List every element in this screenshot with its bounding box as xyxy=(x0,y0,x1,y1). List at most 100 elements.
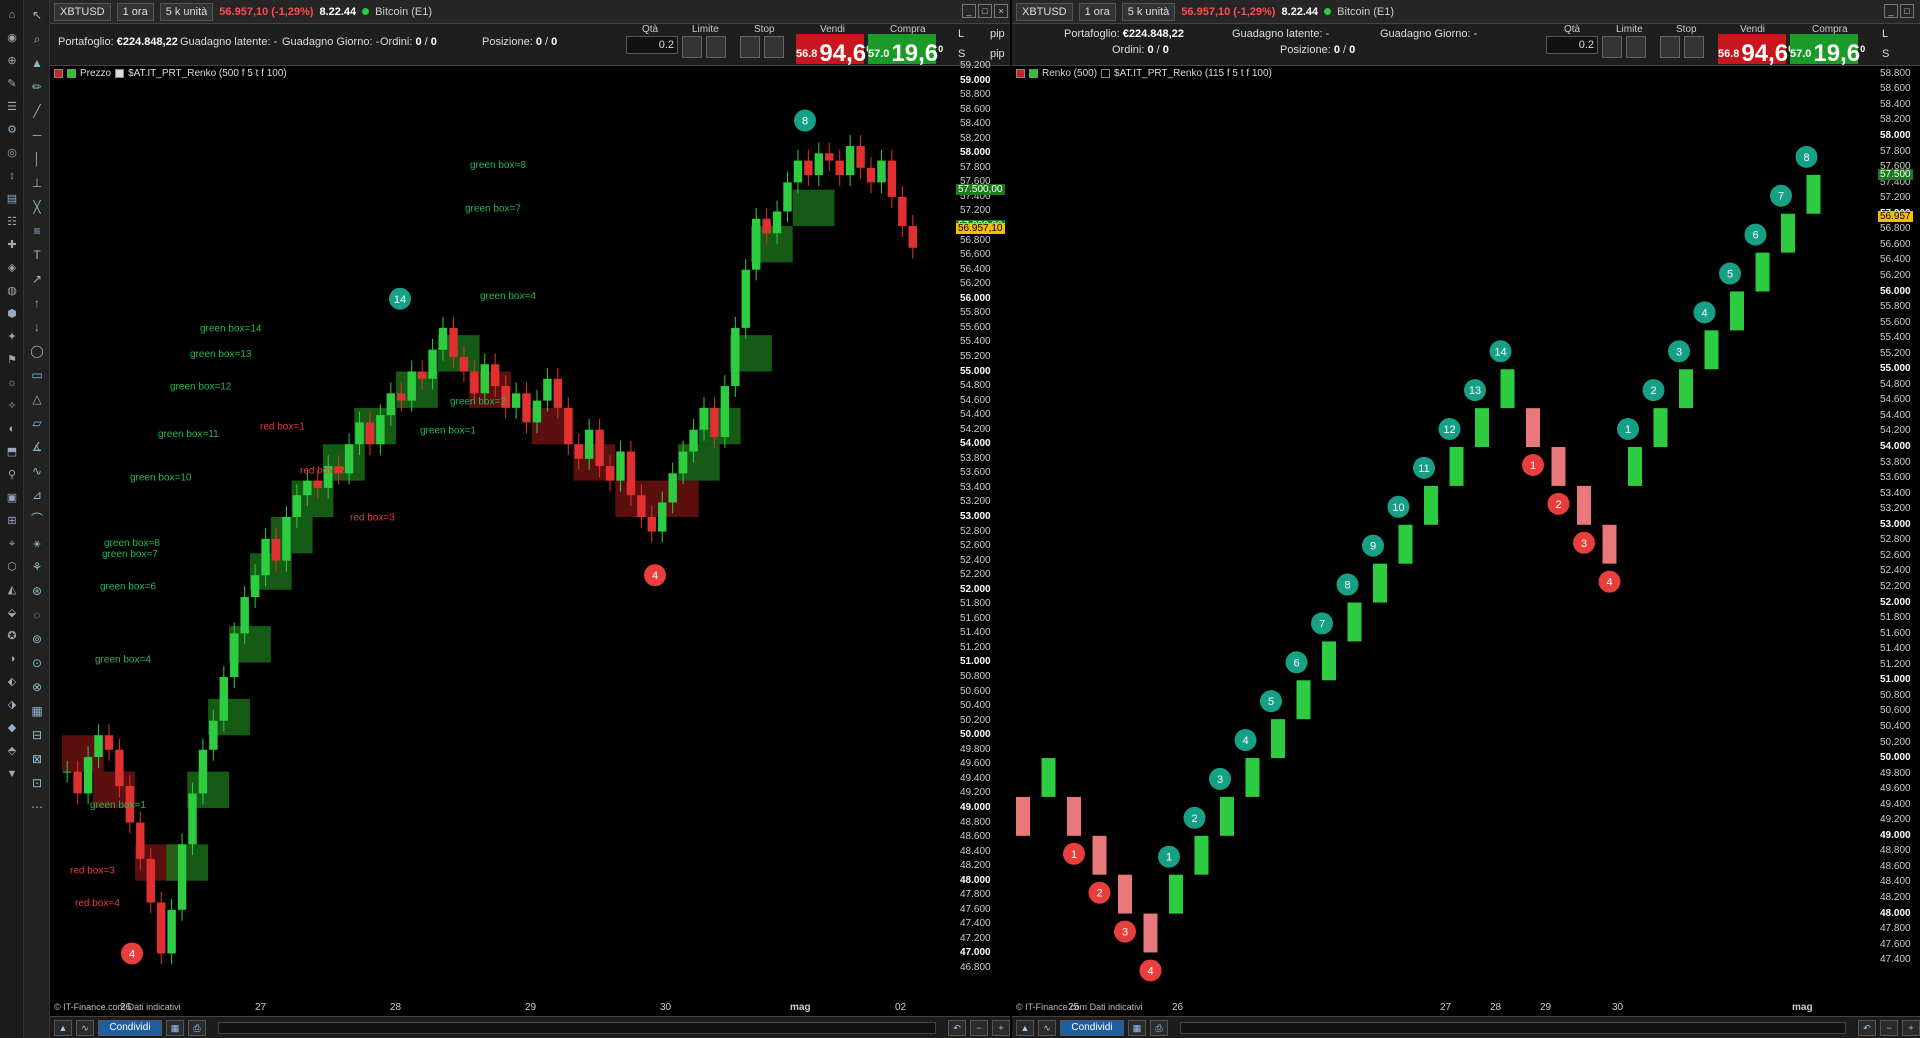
drawing-tool-icon-16[interactable]: △ xyxy=(28,390,46,408)
minimize-icon-2[interactable]: _ xyxy=(1884,4,1898,18)
drawing-tool-icon-23[interactable]: ⚘ xyxy=(28,558,46,576)
pip-s-option[interactable]: S xyxy=(958,48,965,60)
drawing-tool-icon-32[interactable]: ⊡ xyxy=(28,774,46,792)
drawing-tool-icon-12[interactable]: ↑ xyxy=(28,294,46,312)
toolbar-icon-9[interactable]: ☷ xyxy=(4,214,20,230)
toolbar-icon-6[interactable]: ◎ xyxy=(4,145,20,161)
time-axis[interactable]: 26 27 28 29 30 mag 02 xyxy=(50,1002,956,1016)
zoom-out-icon[interactable]: − xyxy=(970,1019,988,1036)
toolbar-icon-12[interactable]: ◍ xyxy=(4,283,20,299)
drawing-tool-icon-3[interactable]: ✏ xyxy=(28,78,46,96)
drawing-tool-icon-1[interactable]: ⌕ xyxy=(28,30,46,48)
undo-icon-2[interactable]: ↶ xyxy=(1858,1019,1876,1036)
drawing-tool-icon-15[interactable]: ▭ xyxy=(28,366,46,384)
horizontal-scrollbar-2[interactable] xyxy=(1180,1021,1846,1034)
toolbar-icon-2[interactable]: ⊕ xyxy=(4,53,20,69)
toolbar-icon-33[interactable]: ▼ xyxy=(4,766,20,782)
toolbar-icon-27[interactable]: ✪ xyxy=(4,628,20,644)
toolbar-icon-15[interactable]: ⚑ xyxy=(4,352,20,368)
toolbar-icon-22[interactable]: ⊞ xyxy=(4,513,20,529)
position[interactable]: Posizione: 0 / 0 xyxy=(482,36,557,48)
close-icon[interactable]: × xyxy=(994,4,1008,18)
drawing-tool-icon-4[interactable]: ╱ xyxy=(28,102,46,120)
drawing-tool-icon-14[interactable]: ◯ xyxy=(28,342,46,360)
qty-input[interactable]: 0.2 xyxy=(626,36,678,54)
chart-type-icon[interactable]: ▲ xyxy=(54,1019,72,1036)
print-icon-2[interactable]: ⎙ xyxy=(1150,1019,1168,1036)
qty-input-2[interactable]: 0.2 xyxy=(1546,36,1598,54)
drawing-tool-icon-7[interactable]: ⊥ xyxy=(28,174,46,192)
toolbar-icon-29[interactable]: ⬖ xyxy=(4,674,20,690)
renko-chart[interactable]: 12341234567891011121314123412345678 xyxy=(1012,66,1878,996)
drawing-tool-icon-18[interactable]: ∡ xyxy=(28,438,46,456)
toolbar-icon-28[interactable]: ◑ xyxy=(4,651,20,667)
toolbar-icon-32[interactable]: ⬘ xyxy=(4,743,20,759)
sell-button[interactable]: 56.894,60 xyxy=(796,34,871,67)
price-axis-2[interactable]: 58.800 58.600 58.400 58.200 58.000 57.800 57.6… xyxy=(1878,66,1920,996)
drawing-tool-icon-29[interactable]: ▦ xyxy=(28,702,46,720)
drawing-tool-icon-17[interactable]: ▱ xyxy=(28,414,46,432)
toolbar-icon-23[interactable]: ⌖ xyxy=(4,536,20,552)
drawing-tool-icon-25[interactable]: ◌ xyxy=(28,606,46,624)
toolbar-icon-26[interactable]: ⬙ xyxy=(4,605,20,621)
toolbar-icon-8[interactable]: ▤ xyxy=(4,191,20,207)
maximize-icon[interactable]: □ xyxy=(978,4,992,18)
toolbar-icon-1[interactable]: ◉ xyxy=(4,30,20,46)
drawing-tool-icon-13[interactable]: ↓ xyxy=(28,318,46,336)
pip-l-option[interactable]: L xyxy=(958,28,964,40)
print-icon[interactable]: ⎙ xyxy=(188,1019,206,1036)
indicator-icon[interactable]: ∿ xyxy=(76,1019,94,1036)
toolbar-icon-18[interactable]: ◐ xyxy=(4,421,20,437)
chart-type-icon-2[interactable]: ▲ xyxy=(1016,1019,1034,1036)
toolbar-icon-31[interactable]: ◆ xyxy=(4,720,20,736)
toolbar-icon-4[interactable]: ☰ xyxy=(4,99,20,115)
toolbar-icon-19[interactable]: ⬒ xyxy=(4,444,20,460)
price-axis[interactable]: 59.200 59.000 58.800 58.600 58.400 58.200 58.0… xyxy=(956,60,1014,996)
toolbar-icon-5[interactable]: ⚙ xyxy=(4,122,20,138)
orders-2[interactable]: Ordini: 0 / 0 xyxy=(1112,44,1169,56)
stop-buy-button-2[interactable] xyxy=(1660,36,1680,58)
drawing-tool-icon-26[interactable]: ⊚ xyxy=(28,630,46,648)
drawing-tool-icon-31[interactable]: ⊠ xyxy=(28,750,46,768)
drawing-tool-icon-8[interactable]: ╳ xyxy=(28,198,46,216)
toolbar-icon-16[interactable]: ☼ xyxy=(4,375,20,391)
share-button[interactable]: Condividi xyxy=(98,1019,162,1036)
limit-sell-button-2[interactable] xyxy=(1626,36,1646,58)
toolbar-icon-24[interactable]: ⬡ xyxy=(4,559,20,575)
limit-sell-button[interactable] xyxy=(706,36,726,58)
pip-l-option-2[interactable]: L xyxy=(1882,28,1888,40)
toolbar-icon-0[interactable]: ⌂ xyxy=(4,7,20,23)
symbol-select[interactable]: XBTUSD xyxy=(54,2,111,21)
drawing-tool-icon-2[interactable]: ▲ xyxy=(28,54,46,72)
stop-sell-button-2[interactable] xyxy=(1684,36,1704,58)
stop-sell-button[interactable] xyxy=(764,36,784,58)
units-select-2[interactable]: 5 k unità xyxy=(1121,2,1176,21)
indicator-icon-2[interactable]: ∿ xyxy=(1038,1019,1056,1036)
stop-buy-button[interactable] xyxy=(740,36,760,58)
toolbar-icon-30[interactable]: ⬗ xyxy=(4,697,20,713)
toolbar-icon-14[interactable]: ✦ xyxy=(4,329,20,345)
layout-icon-2[interactable]: ▦ xyxy=(1128,1019,1146,1036)
toolbar-icon-11[interactable]: ◈ xyxy=(4,260,20,276)
drawing-tool-icon-20[interactable]: ⊿ xyxy=(28,486,46,504)
drawing-tool-icon-19[interactable]: ∿ xyxy=(28,462,46,480)
drawing-tool-icon-28[interactable]: ⊗ xyxy=(28,678,46,696)
drawing-tool-icon-30[interactable]: ⊟ xyxy=(28,726,46,744)
toolbar-icon-20[interactable]: ⚲ xyxy=(4,467,20,483)
zoom-in-icon-2[interactable]: + xyxy=(1902,1019,1920,1036)
zoom-out-icon-2[interactable]: − xyxy=(1880,1019,1898,1036)
toolbar-icon-25[interactable]: ◭ xyxy=(4,582,20,598)
orders[interactable]: Ordini: 0 / 0 xyxy=(380,36,437,48)
symbol-select-2[interactable]: XBTUSD xyxy=(1016,2,1073,21)
toolbar-icon-13[interactable]: ⬢ xyxy=(4,306,20,322)
buy-button[interactable]: 57.019,60 xyxy=(868,34,943,67)
drawing-tool-icon-11[interactable]: ↗ xyxy=(28,270,46,288)
pip-s-option-2[interactable]: S xyxy=(1882,48,1889,60)
drawing-tool-icon-24[interactable]: ⊛ xyxy=(28,582,46,600)
drawing-tool-icon-0[interactable]: ↖ xyxy=(28,6,46,24)
units-select[interactable]: 5 k unità xyxy=(159,2,214,21)
drawing-tool-icon-22[interactable]: ⚹ xyxy=(28,534,46,552)
horizontal-scrollbar[interactable] xyxy=(218,1021,936,1034)
drawing-tool-icon-9[interactable]: ≡ xyxy=(28,222,46,240)
limit-buy-button-2[interactable] xyxy=(1602,36,1622,58)
